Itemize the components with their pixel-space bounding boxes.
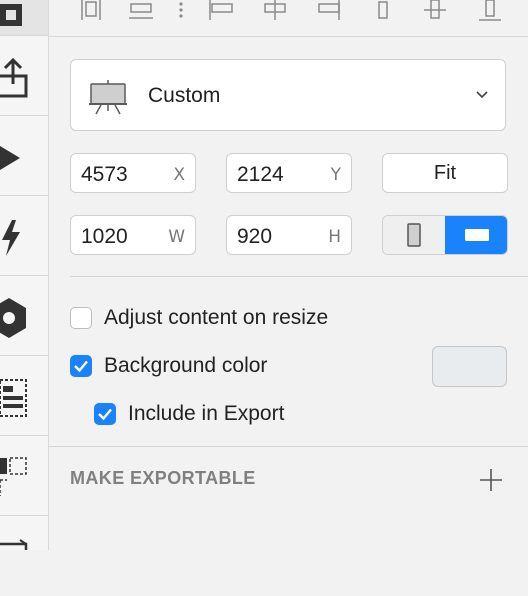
lightning-icon: [2, 220, 20, 256]
align-top-icon[interactable]: [318, 0, 340, 20]
rail-item-play[interactable]: [0, 116, 48, 196]
y-value: 2124: [237, 163, 284, 186]
rail-item-frame[interactable]: [0, 516, 48, 596]
height-value: 920: [237, 225, 273, 248]
background-color-label: Background color: [104, 354, 268, 377]
adjust-content-checkbox[interactable]: [70, 307, 92, 329]
easel-icon: [89, 80, 127, 115]
upload-icon: [0, 57, 28, 98]
portrait-icon: [407, 223, 421, 247]
play-icon: [0, 146, 20, 170]
artboard-preset-dropdown[interactable]: Custom: [70, 59, 506, 131]
y-unit-label: Y: [330, 165, 341, 185]
rail-item-upload[interactable]: [0, 36, 48, 116]
frame-icon: [0, 539, 28, 550]
rail-item-slice[interactable]: [0, 0, 48, 36]
hexagon-icon: [0, 298, 26, 338]
align-vertical-center-icon[interactable]: [378, 1, 388, 19]
background-color-checkbox[interactable]: [70, 355, 92, 377]
add-export-button[interactable]: [477, 466, 505, 494]
x-value: 4573: [81, 163, 128, 186]
chevron-down-icon: [476, 91, 488, 99]
include-in-export-label: Include in Export: [128, 402, 285, 425]
checkmark-icon: [74, 360, 88, 373]
rail-item-hexagon[interactable]: [0, 276, 48, 356]
rail-item-group[interactable]: [0, 436, 48, 516]
rail-item-lightning[interactable]: [0, 196, 48, 276]
height-unit-label: H: [328, 227, 341, 247]
distribute-icon[interactable]: [81, 0, 101, 20]
width-unit-label: W: [168, 227, 185, 247]
align-right-icon[interactable]: [264, 0, 286, 20]
x-unit-label: X: [173, 165, 185, 185]
left-toolbar: [0, 0, 49, 550]
group-icon: [0, 457, 27, 496]
section-divider: [70, 276, 528, 277]
landscape-button[interactable]: [445, 216, 507, 254]
y-position-field[interactable]: 2124 Y: [226, 153, 352, 193]
width-field[interactable]: 1020 W: [70, 215, 196, 255]
include-in-export-checkbox[interactable]: [94, 403, 116, 425]
width-value: 1020: [81, 225, 128, 248]
align-left-icon[interactable]: [129, 3, 153, 19]
align-middle-icon[interactable]: [424, 0, 446, 19]
align-bottom-icon[interactable]: [479, 0, 501, 21]
section-divider: [49, 446, 528, 447]
make-exportable-title: MAKE EXPORTABLE: [70, 468, 256, 488]
height-field[interactable]: 920 H: [226, 215, 352, 255]
plus-icon: [480, 469, 502, 491]
slice-icon: [0, 4, 22, 26]
x-position-field[interactable]: 4573 X: [70, 153, 196, 193]
orientation-toggle[interactable]: [382, 215, 508, 255]
landscape-icon: [465, 229, 489, 241]
alignment-toolbar: [49, 0, 528, 37]
preset-label: Custom: [148, 84, 221, 107]
fit-button[interactable]: Fit: [382, 153, 508, 193]
portrait-button[interactable]: [383, 216, 446, 254]
background-color-swatch[interactable]: [432, 346, 507, 387]
align-horizontal-center-icon[interactable]: [209, 0, 233, 20]
rail-item-layout[interactable]: [0, 356, 48, 436]
adjust-content-label: Adjust content on resize: [104, 306, 329, 329]
more-options-icon[interactable]: [179, 2, 183, 18]
checkmark-icon: [98, 408, 112, 421]
inspector-panel: Custom 4573 X 2124 Y Fit 1020 W 920 H Ad…: [49, 0, 528, 550]
layout-icon: [0, 379, 27, 417]
